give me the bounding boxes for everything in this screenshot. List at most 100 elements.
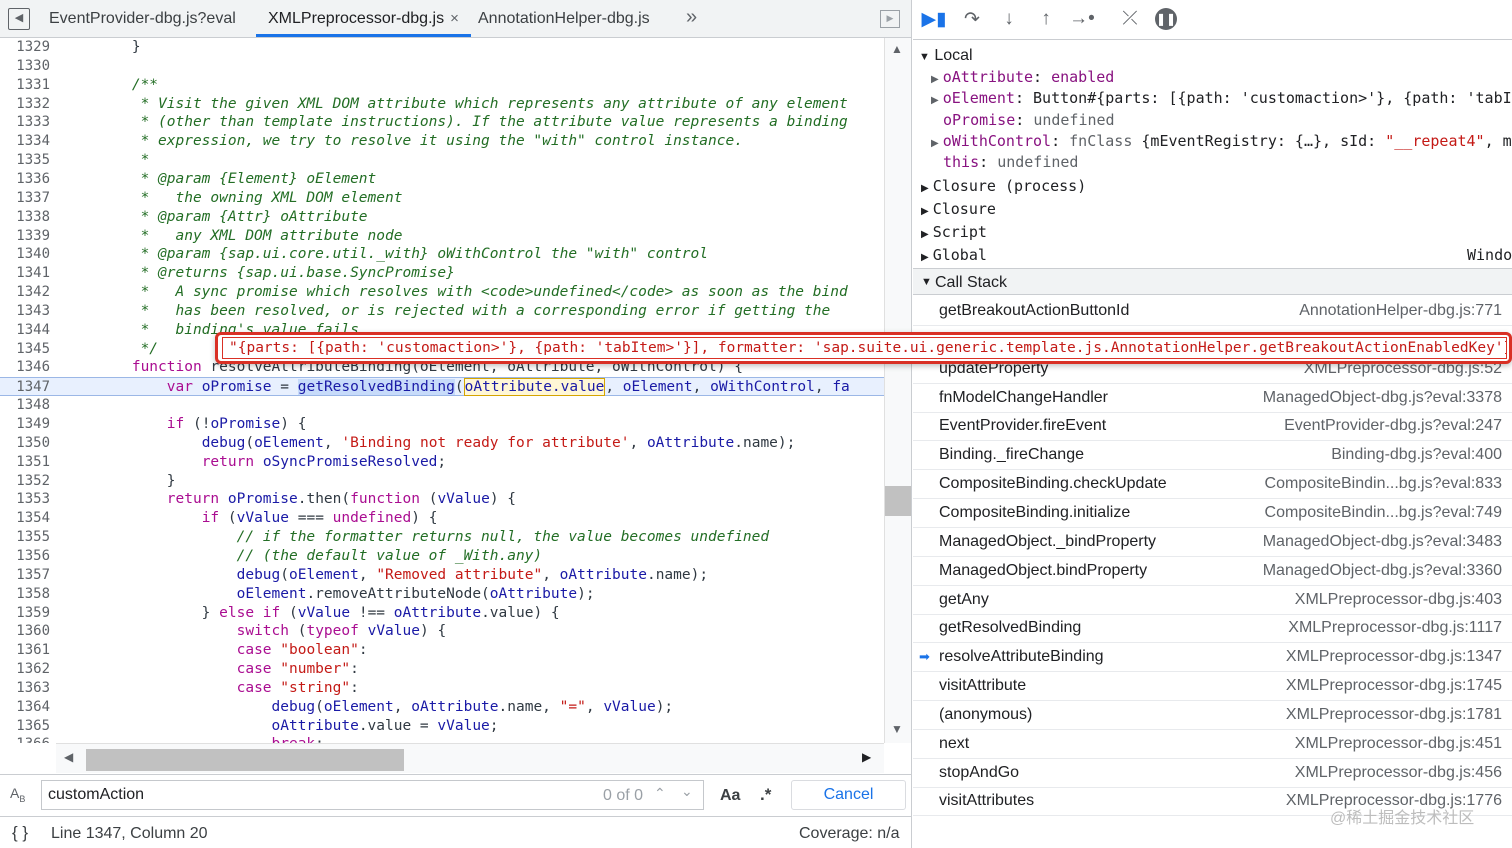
- call-frame[interactable]: ManagedObject.bindProperty ManagedObject-…: [913, 557, 1512, 586]
- line-number[interactable]: 1355: [0, 528, 50, 547]
- call-frame-location[interactable]: XMLPreprocessor-dbg.js:456: [1295, 759, 1502, 787]
- call-frame-location[interactable]: XMLPreprocessor-dbg.js:1781: [1286, 701, 1502, 729]
- line-number[interactable]: 1346: [0, 358, 50, 377]
- call-frame-location[interactable]: ManagedObject-dbg.js?eval:3360: [1263, 557, 1502, 585]
- scope-local-header[interactable]: ▼ Local: [919, 45, 973, 67]
- call-frame-location[interactable]: AnnotationHelper-dbg.js:771: [1299, 297, 1502, 325]
- tab-eventprovider[interactable]: EventProvider-dbg.js?eval: [49, 0, 236, 37]
- scope-variable[interactable]: oPromise: undefined: [943, 109, 1115, 131]
- code-line[interactable]: 1364 debug(oElement, oAttribute.name, "=…: [0, 698, 884, 717]
- code-editor[interactable]: 1329 } 1330 1331 /** 1332 * Visit the given…: [0, 38, 884, 743]
- line-number[interactable]: 1338: [0, 208, 50, 227]
- code-line[interactable]: 1360 switch (typeof vValue) {: [0, 622, 884, 641]
- line-number[interactable]: 1365: [0, 717, 50, 736]
- code-line[interactable]: 1329 }: [0, 38, 884, 57]
- call-frame-location[interactable]: CompositeBindin...bg.js?eval:749: [1265, 499, 1502, 527]
- line-number[interactable]: 1356: [0, 547, 50, 566]
- toggle-navigator-icon[interactable]: ◀: [8, 8, 30, 30]
- scope-section[interactable]: ▶ Closure (process): [921, 175, 1086, 197]
- code-line[interactable]: 1356 // (the default value of _With.any): [0, 547, 884, 566]
- call-frame-location[interactable]: ManagedObject-dbg.js?eval:3483: [1263, 528, 1502, 556]
- code-line[interactable]: 1331 /**: [0, 76, 884, 95]
- match-case-button[interactable]: Aa: [720, 787, 740, 805]
- tab-xmlpreprocessor[interactable]: XMLPreprocessor-dbg.js ×: [256, 0, 471, 37]
- line-number[interactable]: 1340: [0, 245, 50, 264]
- call-frame[interactable]: ➡ resolveAttributeBinding XMLPreprocessor-…: [913, 643, 1512, 673]
- code-line[interactable]: 1333 * (other than template instructions…: [0, 113, 884, 132]
- call-frame-location[interactable]: EventProvider-dbg.js?eval:247: [1284, 412, 1502, 440]
- call-frame-location[interactable]: XMLPreprocessor-dbg.js:1117: [1288, 614, 1502, 642]
- horizontal-scrollbar[interactable]: ◀ ▶: [56, 743, 884, 773]
- cancel-button[interactable]: Cancel: [791, 780, 906, 810]
- scope-section[interactable]: ▶ Global: [921, 244, 987, 266]
- line-number[interactable]: 1344: [0, 321, 50, 340]
- call-frame[interactable]: CompositeBinding.checkUpdate CompositeBin…: [913, 470, 1512, 500]
- line-number[interactable]: 1331: [0, 76, 50, 95]
- line-number[interactable]: 1359: [0, 604, 50, 623]
- line-number[interactable]: 1332: [0, 95, 50, 114]
- call-frame[interactable]: getBreakoutActionButtonId AnnotationHelpe…: [913, 297, 1512, 326]
- call-frame-location[interactable]: XMLPreprocessor-dbg.js:403: [1295, 586, 1502, 614]
- line-number[interactable]: 1342: [0, 283, 50, 302]
- line-number[interactable]: 1347: [0, 378, 50, 397]
- code-line[interactable]: 1354 if (vValue === undefined) {: [0, 509, 884, 528]
- horizontal-scroll-thumb[interactable]: [86, 749, 404, 771]
- code-line[interactable]: 1336 * @param {Element} oElement: [0, 170, 884, 189]
- line-number[interactable]: 1330: [0, 57, 50, 76]
- call-stack-header[interactable]: ▼ Call Stack: [913, 268, 1512, 295]
- code-line[interactable]: 1363 case "string":: [0, 679, 884, 698]
- code-line[interactable]: 1362 case "number":: [0, 660, 884, 679]
- code-line[interactable]: 1358 oElement.removeAttributeNode(oAttri…: [0, 585, 884, 604]
- step-over-icon[interactable]: ↷: [959, 8, 985, 32]
- call-frame-location[interactable]: CompositeBindin...bg.js?eval:833: [1265, 470, 1502, 498]
- code-line[interactable]: 1335 *: [0, 151, 884, 170]
- call-frame[interactable]: next XMLPreprocessor-dbg.js:451: [913, 730, 1512, 759]
- code-line[interactable]: 1334 * expression, we try to resolve it …: [0, 132, 884, 151]
- call-frame[interactable]: visitAttribute XMLPreprocessor-dbg.js:174…: [913, 672, 1512, 702]
- code-line[interactable]: 1353 return oPromise.then(function (vVal…: [0, 490, 884, 509]
- code-line[interactable]: 1357 debug(oElement, "Removed attribute"…: [0, 566, 884, 585]
- tab-annotationhelper[interactable]: AnnotationHelper-dbg.js: [478, 0, 650, 37]
- code-line[interactable]: 1332 * Visit the given XML DOM attribute…: [0, 95, 884, 114]
- line-number[interactable]: 1352: [0, 472, 50, 491]
- line-number[interactable]: 1333: [0, 113, 50, 132]
- more-tabs-icon[interactable]: »: [686, 6, 697, 29]
- line-number[interactable]: 1353: [0, 490, 50, 509]
- call-frame[interactable]: (anonymous) XMLPreprocessor-dbg.js:1781: [913, 701, 1512, 730]
- scope-variable[interactable]: ▶ oWithControl: fnClass {mEventRegistry: …: [931, 130, 1512, 152]
- vertical-scrollbar[interactable]: ▲ ▼: [884, 38, 911, 743]
- line-number[interactable]: 1354: [0, 509, 50, 528]
- line-number[interactable]: 1345: [0, 340, 50, 359]
- code-line[interactable]: 1350 debug(oElement, 'Binding not ready …: [0, 434, 884, 453]
- scope-section[interactable]: ▶ Closure: [921, 198, 996, 220]
- line-number[interactable]: 1349: [0, 415, 50, 434]
- code-line[interactable]: 1349 if (!oPromise) {: [0, 415, 884, 434]
- toggle-debugger-icon[interactable]: ▶: [880, 10, 900, 28]
- line-number[interactable]: 1336: [0, 170, 50, 189]
- code-line[interactable]: 1355 // if the formatter returns null, t…: [0, 528, 884, 547]
- code-line[interactable]: 1366 break;: [0, 735, 884, 743]
- close-tab-icon[interactable]: ×: [450, 10, 459, 27]
- line-number[interactable]: 1357: [0, 566, 50, 585]
- line-number[interactable]: 1351: [0, 453, 50, 472]
- line-number[interactable]: 1348: [0, 396, 50, 415]
- code-line[interactable]: 1339 * any XML DOM attribute node: [0, 227, 884, 246]
- line-number[interactable]: 1334: [0, 132, 50, 151]
- resume-icon[interactable]: ▶▮: [921, 8, 947, 32]
- call-frame-location[interactable]: XMLPreprocessor-dbg.js:1745: [1286, 672, 1502, 700]
- call-frame[interactable]: getAny XMLPreprocessor-dbg.js:403: [913, 586, 1512, 615]
- scroll-up-icon[interactable]: ▲: [891, 42, 903, 56]
- code-line[interactable]: 1337 * the owning XML DOM element: [0, 189, 884, 208]
- line-number[interactable]: 1339: [0, 227, 50, 246]
- line-number[interactable]: 1364: [0, 698, 50, 717]
- code-line[interactable]: 1330: [0, 57, 884, 76]
- code-line[interactable]: 1361 case "boolean":: [0, 641, 884, 660]
- step-into-icon[interactable]: ↓: [996, 8, 1022, 32]
- scope-section[interactable]: ▶ Script: [921, 221, 987, 243]
- line-number[interactable]: 1362: [0, 660, 50, 679]
- line-number[interactable]: 1329: [0, 38, 50, 57]
- call-frame-location[interactable]: XMLPreprocessor-dbg.js:1347: [1286, 643, 1502, 671]
- scope-variable[interactable]: ▶ oAttribute: enabled: [931, 66, 1114, 88]
- line-number[interactable]: 1366: [0, 735, 50, 743]
- call-frame-location[interactable]: ManagedObject-dbg.js?eval:3378: [1263, 384, 1502, 412]
